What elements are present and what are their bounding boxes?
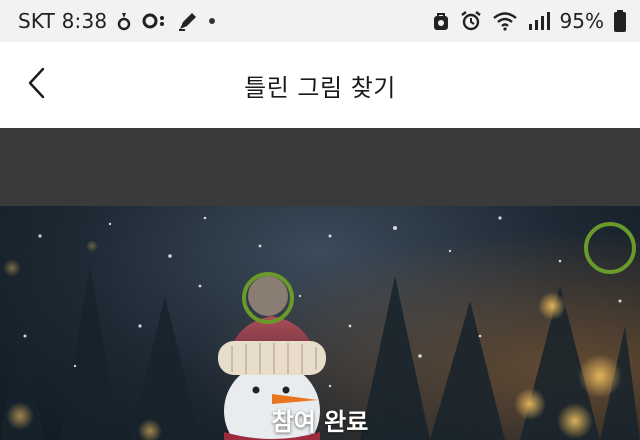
battery-icon bbox=[614, 10, 626, 32]
notification-icon bbox=[117, 11, 131, 31]
signal-icon bbox=[528, 11, 550, 31]
loop-icon bbox=[141, 11, 167, 31]
vpn-icon bbox=[432, 11, 450, 31]
found-difference-marker[interactable] bbox=[584, 222, 636, 274]
completion-label: 참여 완료 bbox=[271, 408, 369, 436]
alarm-icon bbox=[460, 10, 482, 32]
spot-the-difference-image[interactable]: 참여 완료 bbox=[0, 206, 640, 440]
pen-icon bbox=[177, 10, 199, 32]
dot-icon bbox=[209, 18, 216, 24]
status-bar-left: SKT 8:38 bbox=[18, 9, 216, 33]
image-top-band bbox=[0, 128, 640, 208]
page-title: 틀린 그림 찾기 bbox=[244, 74, 396, 102]
battery-percent: 95% bbox=[559, 9, 604, 33]
wifi-icon bbox=[492, 11, 518, 31]
carrier-time: SKT 8:38 bbox=[18, 9, 108, 33]
status-bar-right: 95% bbox=[432, 9, 626, 33]
found-difference-marker[interactable] bbox=[242, 272, 294, 324]
status-bar: SKT 8:38 95% bbox=[0, 0, 640, 42]
app-header: 틀린 그림 찾기 bbox=[0, 42, 640, 128]
